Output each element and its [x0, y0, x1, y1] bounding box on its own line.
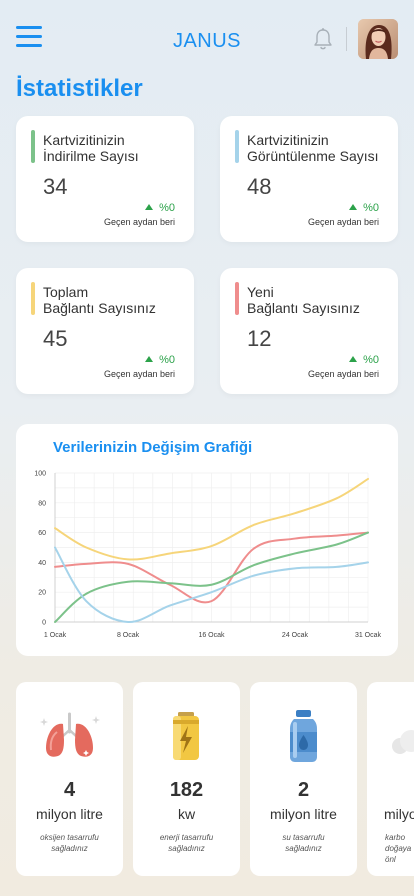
stat-accent-bar	[235, 130, 239, 163]
x-tick-label: 8 Ocak	[117, 632, 140, 639]
x-tick-label: 31 Ocak	[355, 632, 382, 639]
x-tick-label: 1 Ocak	[44, 632, 67, 639]
x-tick-label: 24 Ocak	[282, 632, 309, 639]
chart-card: Verilerinizin Değişim Grafiği 0 20 40 60 80 1…	[16, 424, 398, 656]
savings-value: 4	[63, 779, 76, 801]
stat-value: 48	[247, 174, 272, 199]
stat-change: %0	[145, 202, 175, 214]
stat-value: 34	[43, 174, 68, 199]
y-tick-label: 80	[38, 500, 46, 507]
stat-value: 12	[247, 326, 272, 351]
trend-up-icon	[145, 204, 154, 210]
savings-unit: milyo	[384, 806, 414, 822]
savings-card-energy[interactable]: 182 kw enerji tasarrufu sağladınız	[133, 682, 240, 876]
user-avatar[interactable]	[358, 19, 398, 59]
trend-up-icon	[349, 204, 358, 210]
savings-unit: milyon litre	[270, 806, 337, 822]
stat-change-value: %0	[159, 202, 175, 214]
stat-since: Geçen aydan beri	[307, 217, 379, 227]
savings-card-water[interactable]: 2 milyon litre su tasarrufu sağladınız	[250, 682, 357, 876]
stat-since: Geçen aydan beri	[307, 369, 379, 379]
line-chart: 0 20 40 60 80 100 1 Ocak 8 Ocak 16 Ocak 24 Ocak 31…	[34, 471, 382, 640]
y-tick-label: 20	[38, 590, 46, 597]
stat-label: Toplam Bağlantı Sayısınız	[43, 284, 156, 316]
savings-value: 182	[169, 779, 204, 801]
stat-accent-bar	[31, 130, 35, 163]
savings-description: oksijen tasarrufu sağladınız	[40, 833, 99, 853]
savings-card-carbon[interactable]: milyo karbo doğaya önl	[367, 682, 414, 876]
page-title: İstatistikler	[16, 75, 143, 102]
stat-change-value: %0	[363, 354, 379, 366]
stat-value: 45	[43, 326, 68, 351]
trend-up-icon	[349, 356, 358, 362]
bell-icon[interactable]	[312, 27, 334, 51]
savings-unit: milyon litre	[36, 806, 103, 822]
savings-description: su tasarrufu sağladınız	[282, 833, 325, 853]
savings-description: enerji tasarrufu sağladınız	[159, 833, 214, 853]
stat-change: %0	[349, 202, 379, 214]
stat-accent-bar	[31, 282, 35, 315]
app-header: JANUS	[0, 0, 414, 80]
stat-since: Geçen aydan beri	[103, 217, 175, 227]
app-title: JANUS	[172, 30, 242, 52]
battery-icon	[173, 712, 199, 760]
savings-description: karbo doğaya önl	[385, 833, 412, 864]
stat-card-downloads[interactable]: Kartvizitinizin İndirilme Sayısı 34 %0 G…	[16, 116, 194, 242]
y-tick-label: 60	[38, 530, 46, 537]
stat-change-value: %0	[363, 202, 379, 214]
stat-label: Kartvizitinizin Görüntülenme Sayısı	[247, 132, 379, 164]
trend-up-icon	[145, 356, 154, 362]
stat-change: %0	[349, 354, 379, 366]
savings-value: 2	[297, 779, 310, 801]
stat-card-views[interactable]: Kartvizitinizin Görüntülenme Sayısı 48 %…	[220, 116, 398, 242]
savings-unit: kw	[177, 806, 196, 822]
stat-label: Kartvizitinizin İndirilme Sayısı	[43, 132, 139, 164]
water-bottle-icon	[290, 710, 317, 762]
header-divider	[346, 27, 347, 51]
y-tick-label: 0	[42, 620, 46, 627]
stat-change: %0	[145, 354, 175, 366]
y-tick-label: 100	[34, 471, 46, 478]
stat-accent-bar	[235, 282, 239, 315]
savings-carousel[interactable]: 4 milyon litre oksijen tasarrufu sağladı…	[0, 682, 414, 878]
stat-since: Geçen aydan beri	[103, 369, 175, 379]
savings-card-oxygen[interactable]: 4 milyon litre oksijen tasarrufu sağladı…	[16, 682, 123, 876]
stat-label: Yeni Bağlantı Sayısınız	[247, 284, 360, 316]
stat-change-value: %0	[159, 354, 175, 366]
hamburger-menu-icon[interactable]	[16, 26, 42, 48]
cloud-icon	[392, 730, 414, 754]
stat-card-new-connections[interactable]: Yeni Bağlantı Sayısınız 12 %0 Geçen ayda…	[220, 268, 398, 394]
lungs-icon	[40, 712, 100, 757]
y-tick-label: 40	[38, 560, 46, 567]
x-tick-label: 16 Ocak	[198, 632, 225, 639]
stat-card-total-connections[interactable]: Toplam Bağlantı Sayısınız 45 %0 Geçen ay…	[16, 268, 194, 394]
